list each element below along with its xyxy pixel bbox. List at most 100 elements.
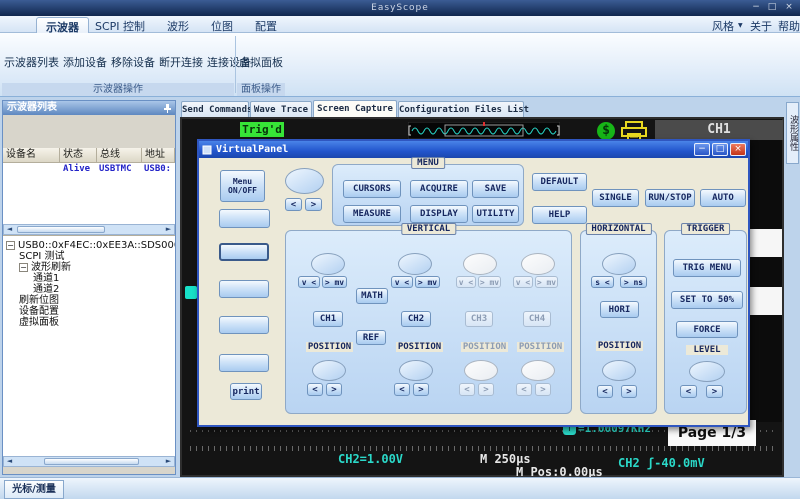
pin-icon[interactable] xyxy=(163,103,172,113)
tab-configuration-files[interactable]: Configuration Files List xyxy=(398,101,524,117)
ch1-button[interactable]: CH1 xyxy=(313,311,343,327)
acquire-button[interactable]: ACQUIRE xyxy=(410,180,468,198)
ch2-position-left-button[interactable]: < xyxy=(394,383,410,396)
tab-wave-properties[interactable]: 波形属性 xyxy=(786,102,799,164)
math-button[interactable]: MATH xyxy=(356,288,388,304)
soft-menu-box[interactable] xyxy=(749,287,782,315)
tree-expander[interactable]: − xyxy=(6,241,15,250)
col-address[interactable]: 地址 xyxy=(142,148,175,162)
utility-button[interactable]: UTILITY xyxy=(472,205,519,223)
ch1-volts-down-button[interactable]: v < xyxy=(298,276,320,288)
scroll-left-icon[interactable]: ◄ xyxy=(4,457,15,466)
ch1-position-knob[interactable] xyxy=(312,360,346,381)
tab-screen-capture[interactable]: Screen Capture xyxy=(313,100,397,117)
measure-button[interactable]: MEASURE xyxy=(343,205,401,223)
ribbon-tab-wave[interactable]: 波形 xyxy=(158,17,198,33)
dialog-titlebar[interactable]: VirtualPanel − □ × xyxy=(199,141,748,158)
scroll-right-icon[interactable]: ► xyxy=(163,225,174,234)
trigger-level-knob[interactable] xyxy=(689,361,725,382)
print-button[interactable]: print xyxy=(230,383,262,400)
tab-wave-trace[interactable]: Wave Trace xyxy=(250,101,312,117)
ribbon-tab-oscilloscope[interactable]: 示波器 xyxy=(36,17,89,33)
adjust-left-button[interactable]: < xyxy=(285,198,302,211)
tree-hscrollbar[interactable]: ◄ ► xyxy=(3,456,175,467)
tree-item-device-config[interactable]: 设备配置 xyxy=(3,306,175,317)
maximize-icon[interactable]: □ xyxy=(764,2,780,14)
dialog-maximize-icon[interactable]: □ xyxy=(712,143,728,156)
ch2-volts-up-button[interactable]: > mv xyxy=(415,276,440,288)
tree-item-scpi-test[interactable]: SCPI 测试 xyxy=(3,251,175,262)
menu-style[interactable]: 风格 xyxy=(712,18,734,34)
soft-key-button[interactable] xyxy=(219,280,269,298)
menu-about[interactable]: 关于 xyxy=(750,18,772,34)
virtual-panel-button[interactable]: 虚拟面板 xyxy=(237,49,285,75)
horizontal-right-button[interactable]: > xyxy=(621,385,637,398)
adjust-knob[interactable] xyxy=(285,168,324,194)
col-bus[interactable]: 总线 xyxy=(97,148,142,162)
ch2-button[interactable]: CH2 xyxy=(401,311,431,327)
menu-help[interactable]: 帮助 xyxy=(778,18,800,34)
col-status[interactable]: 状态 xyxy=(60,148,97,162)
scroll-thumb[interactable] xyxy=(44,458,139,465)
ribbon-tab-config[interactable]: 配置 xyxy=(246,17,286,33)
tab-send-commands[interactable]: Send Commands xyxy=(181,101,249,117)
ch2-scale-knob[interactable] xyxy=(398,253,432,275)
close-icon[interactable]: × xyxy=(781,2,797,14)
dialog-minimize-icon[interactable]: − xyxy=(694,143,710,156)
remove-device-button[interactable]: 移除设备 xyxy=(109,49,157,75)
ch2-position-knob[interactable] xyxy=(399,360,433,381)
ribbon-tab-scpi[interactable]: SCPI 控制 xyxy=(86,17,154,33)
menu-onoff-button[interactable]: MenuON/OFF xyxy=(220,170,265,202)
soft-menu-box[interactable] xyxy=(749,229,782,257)
tree-item-wave-refresh[interactable]: −波形刷新 xyxy=(3,262,175,273)
tree-item-virtual-panel[interactable]: 虚拟面板 xyxy=(3,317,175,328)
trig-menu-button[interactable]: TRIG MENU xyxy=(673,259,741,277)
ch1-scale-knob[interactable] xyxy=(311,253,345,275)
single-button[interactable]: SINGLE xyxy=(592,189,639,207)
table-hscrollbar[interactable]: ◄ ► xyxy=(3,224,175,235)
cursors-button[interactable]: CURSORS xyxy=(343,180,401,198)
tree-item-root[interactable]: −USB0::0xF4EC::0xEE3A::SDS0000312099 xyxy=(3,240,175,251)
default-button[interactable]: DEFAULT xyxy=(532,173,587,191)
scope-list-button[interactable]: 示波器列表 xyxy=(2,49,61,75)
timebase-knob[interactable] xyxy=(602,253,636,275)
soft-key-button[interactable] xyxy=(219,243,269,261)
tree-expander[interactable]: − xyxy=(19,263,28,272)
minimize-icon[interactable]: − xyxy=(748,2,764,14)
horizontal-left-button[interactable]: < xyxy=(597,385,613,398)
ch2-position-right-button[interactable]: > xyxy=(413,383,429,396)
force-button[interactable]: FORCE xyxy=(676,321,738,338)
ch1-volts-up-button[interactable]: > mv xyxy=(322,276,347,288)
tree-item-channel1[interactable]: 通道1 xyxy=(3,273,175,284)
horizontal-position-knob[interactable] xyxy=(602,360,636,381)
set-to-50-button[interactable]: SET TO 50% xyxy=(671,291,743,309)
disconnect-button[interactable]: 断开连接 xyxy=(157,49,205,75)
ribbon-tab-bitmap[interactable]: 位图 xyxy=(202,17,242,33)
time-down-button[interactable]: s < xyxy=(591,276,614,288)
ch1-position-right-button[interactable]: > xyxy=(326,383,342,396)
col-device-name[interactable]: 设备名 xyxy=(3,148,60,162)
soft-key-button[interactable] xyxy=(219,354,269,372)
hori-button[interactable]: HORI xyxy=(600,301,639,318)
soft-key-button[interactable] xyxy=(219,316,269,334)
auto-button[interactable]: AUTO xyxy=(700,189,746,207)
scroll-left-icon[interactable]: ◄ xyxy=(4,225,15,234)
chevron-down-icon[interactable]: ▼ xyxy=(738,22,743,29)
cursor-measure-tab[interactable]: 光标/测量 xyxy=(4,480,64,499)
ch2-volts-down-button[interactable]: v < xyxy=(391,276,413,288)
add-device-button[interactable]: 添加设备 xyxy=(61,49,109,75)
scroll-right-icon[interactable]: ► xyxy=(163,457,174,466)
trigger-left-button[interactable]: < xyxy=(680,385,697,398)
tree-item-channel2[interactable]: 通道2 xyxy=(3,284,175,295)
save-button[interactable]: SAVE xyxy=(472,180,519,198)
help-button[interactable]: HELP xyxy=(532,206,587,224)
soft-key-button[interactable] xyxy=(219,209,270,228)
tree-item-refresh-bitmap[interactable]: 刷新位图 xyxy=(3,295,175,306)
dialog-close-icon[interactable]: × xyxy=(730,143,746,156)
ref-button[interactable]: REF xyxy=(356,330,386,345)
display-button[interactable]: DISPLAY xyxy=(410,205,468,223)
adjust-right-button[interactable]: > xyxy=(305,198,322,211)
run-stop-button[interactable]: RUN/STOP xyxy=(645,189,695,207)
scroll-thumb[interactable] xyxy=(17,226,105,233)
time-up-button[interactable]: > ns xyxy=(620,276,647,288)
